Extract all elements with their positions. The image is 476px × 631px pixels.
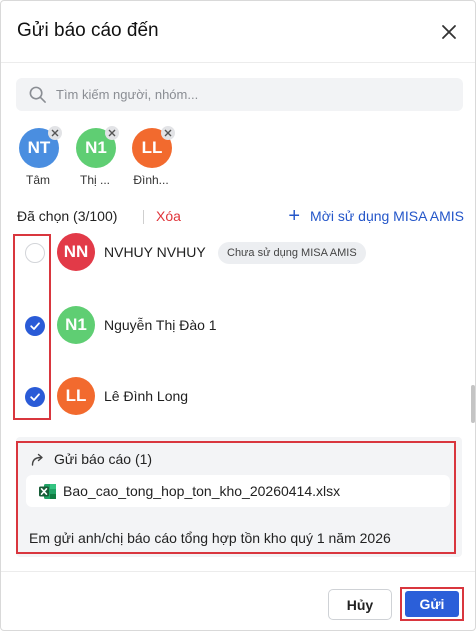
list-item[interactable]: N1 Nguyễn Thị Đào 1 xyxy=(1,306,475,346)
list-item[interactable]: LL Lê Đình Long xyxy=(1,377,475,417)
share-highlight xyxy=(16,441,456,554)
list-item[interactable]: NN NVHUY NVHUY Chưa sử dụng MISA AMIS xyxy=(1,233,475,273)
plus-icon: + xyxy=(288,205,301,227)
close-icon[interactable] xyxy=(437,20,461,44)
chip-3: LL Đình... xyxy=(130,126,178,188)
invite-button[interactable]: + Mời sử dụng MISA AMIS xyxy=(288,205,464,227)
remove-chip-icon[interactable] xyxy=(48,126,62,140)
clear-selection-button[interactable]: Xóa xyxy=(156,208,181,224)
status-badge: Chưa sử dụng MISA AMIS xyxy=(218,242,366,264)
selected-count: Đã chọn (3/100) xyxy=(17,208,118,224)
divider xyxy=(143,210,144,224)
cancel-button[interactable]: Hủy xyxy=(328,589,392,620)
chip-2: N1 Thị ... xyxy=(74,126,122,188)
person-name: Lê Đình Long xyxy=(104,388,189,404)
dialog-header: Gửi báo cáo đến xyxy=(1,1,475,63)
scrollbar[interactable] xyxy=(471,385,475,423)
person-name: NVHUY NVHUY xyxy=(104,244,206,260)
send-report-dialog: Gửi báo cáo đến NT Tâm N1 Thị ... LL Đìn… xyxy=(0,0,476,631)
search-input[interactable] xyxy=(56,78,451,111)
search-box xyxy=(16,78,463,111)
avatar: LL xyxy=(57,377,95,415)
send-highlight xyxy=(400,587,464,621)
remove-chip-icon[interactable] xyxy=(105,126,119,140)
dialog-title: Gửi báo cáo đến xyxy=(17,20,159,41)
people-list: NN NVHUY NVHUY Chưa sử dụng MISA AMIS N1… xyxy=(1,233,475,433)
chip-name: Thị ... xyxy=(79,173,110,187)
remove-chip-icon[interactable] xyxy=(161,126,175,140)
selection-bar: Đã chọn (3/100) Xóa + Mời sử dụng MISA A… xyxy=(17,205,464,227)
search-icon xyxy=(29,86,46,103)
chip-1: NT Tâm xyxy=(17,126,65,188)
checkbox-highlight xyxy=(13,234,51,420)
chip-name: Đình... xyxy=(133,173,169,187)
avatar: N1 xyxy=(57,306,95,344)
chip-name: Tâm xyxy=(26,173,50,187)
person-name: Nguyễn Thị Đào 1 xyxy=(104,317,217,333)
invite-label: Mời sử dụng MISA AMIS xyxy=(310,208,464,224)
avatar: NN xyxy=(57,233,95,271)
